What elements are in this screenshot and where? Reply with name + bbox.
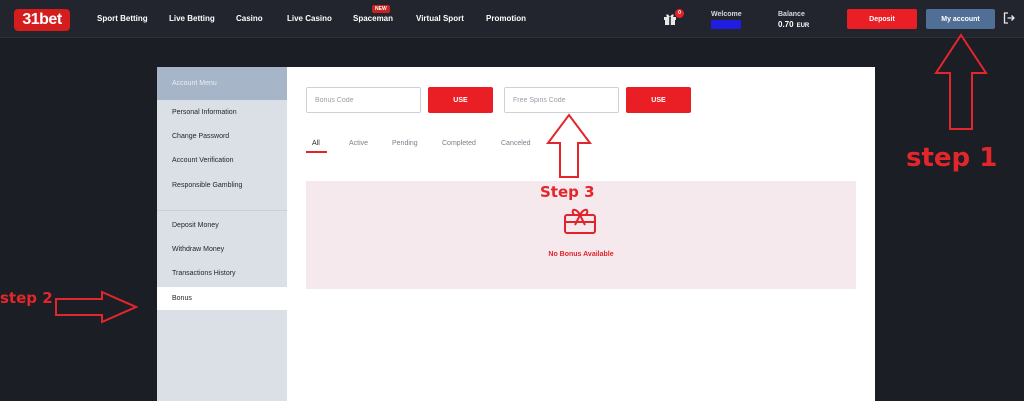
sidebar-item-transactions-history[interactable]: Transactions History	[172, 270, 236, 277]
account-sidebar: Account Menu Personal Information Change…	[157, 67, 287, 401]
tab-all[interactable]: All	[312, 140, 320, 147]
nav-virtual-sport[interactable]: Virtual Sport	[416, 14, 464, 23]
welcome-label: Welcome	[711, 11, 742, 18]
step1-arrow	[934, 33, 988, 130]
tab-canceled[interactable]: Canceled	[501, 140, 531, 147]
step2-arrow	[55, 290, 138, 324]
menu-divider	[157, 210, 287, 211]
balance-currency: EUR	[796, 23, 810, 29]
step2-label: step 2	[0, 289, 53, 307]
nav-sport-betting[interactable]: Sport Betting	[97, 14, 148, 23]
tab-active[interactable]: Active	[349, 140, 368, 147]
nav-spaceman[interactable]: Spaceman	[353, 14, 393, 23]
redacted-username	[711, 20, 741, 29]
step3-label: Step 3	[540, 183, 595, 201]
free-spins-use-button[interactable]: USE	[626, 87, 691, 113]
sidebar-item-account-verification[interactable]: Account Verification	[172, 157, 233, 164]
sidebar-item-change-password[interactable]: Change Password	[172, 133, 229, 140]
nav-casino[interactable]: Casino	[236, 14, 263, 23]
step1-label: step 1	[906, 143, 998, 173]
gift-card-icon	[564, 208, 596, 234]
balance-amount: 0.70 EUR	[778, 20, 809, 29]
sidebar-item-withdraw-money[interactable]: Withdraw Money	[172, 246, 224, 253]
balance-label: Balance	[778, 11, 805, 18]
step3-arrow	[546, 113, 592, 178]
bonus-code-use-button[interactable]: USE	[428, 87, 493, 113]
sidebar-item-bonus[interactable]: Bonus	[172, 295, 192, 302]
balance-number: 0.70	[778, 20, 794, 29]
sidebar-item-deposit-money[interactable]: Deposit Money	[172, 222, 219, 229]
tab-completed[interactable]: Completed	[442, 140, 476, 147]
logout-icon[interactable]	[1003, 12, 1015, 24]
tab-pending[interactable]: Pending	[392, 140, 418, 147]
top-navigation-bar: 31bet Sport Betting Live Betting Casino …	[0, 0, 1024, 38]
nav-promotion[interactable]: Promotion	[486, 14, 526, 23]
my-account-button[interactable]: My account	[926, 9, 995, 29]
deposit-button[interactable]: Deposit	[847, 9, 917, 29]
new-badge: NEW	[372, 5, 390, 13]
bonus-code-input[interactable]	[306, 87, 421, 113]
empty-state-message: No Bonus Available	[548, 251, 614, 258]
active-tab-indicator	[306, 151, 327, 153]
nav-live-betting[interactable]: Live Betting	[169, 14, 215, 23]
sidebar-item-responsible-gambling[interactable]: Responsible Gambling	[172, 182, 242, 189]
site-logo[interactable]: 31bet	[14, 9, 70, 31]
nav-live-casino[interactable]: Live Casino	[287, 14, 332, 23]
gift-count-badge: 0	[675, 9, 684, 18]
sidebar-item-personal-information[interactable]: Personal Information	[172, 109, 237, 116]
account-menu-title: Account Menu	[157, 67, 287, 100]
free-spins-code-input[interactable]	[504, 87, 619, 113]
